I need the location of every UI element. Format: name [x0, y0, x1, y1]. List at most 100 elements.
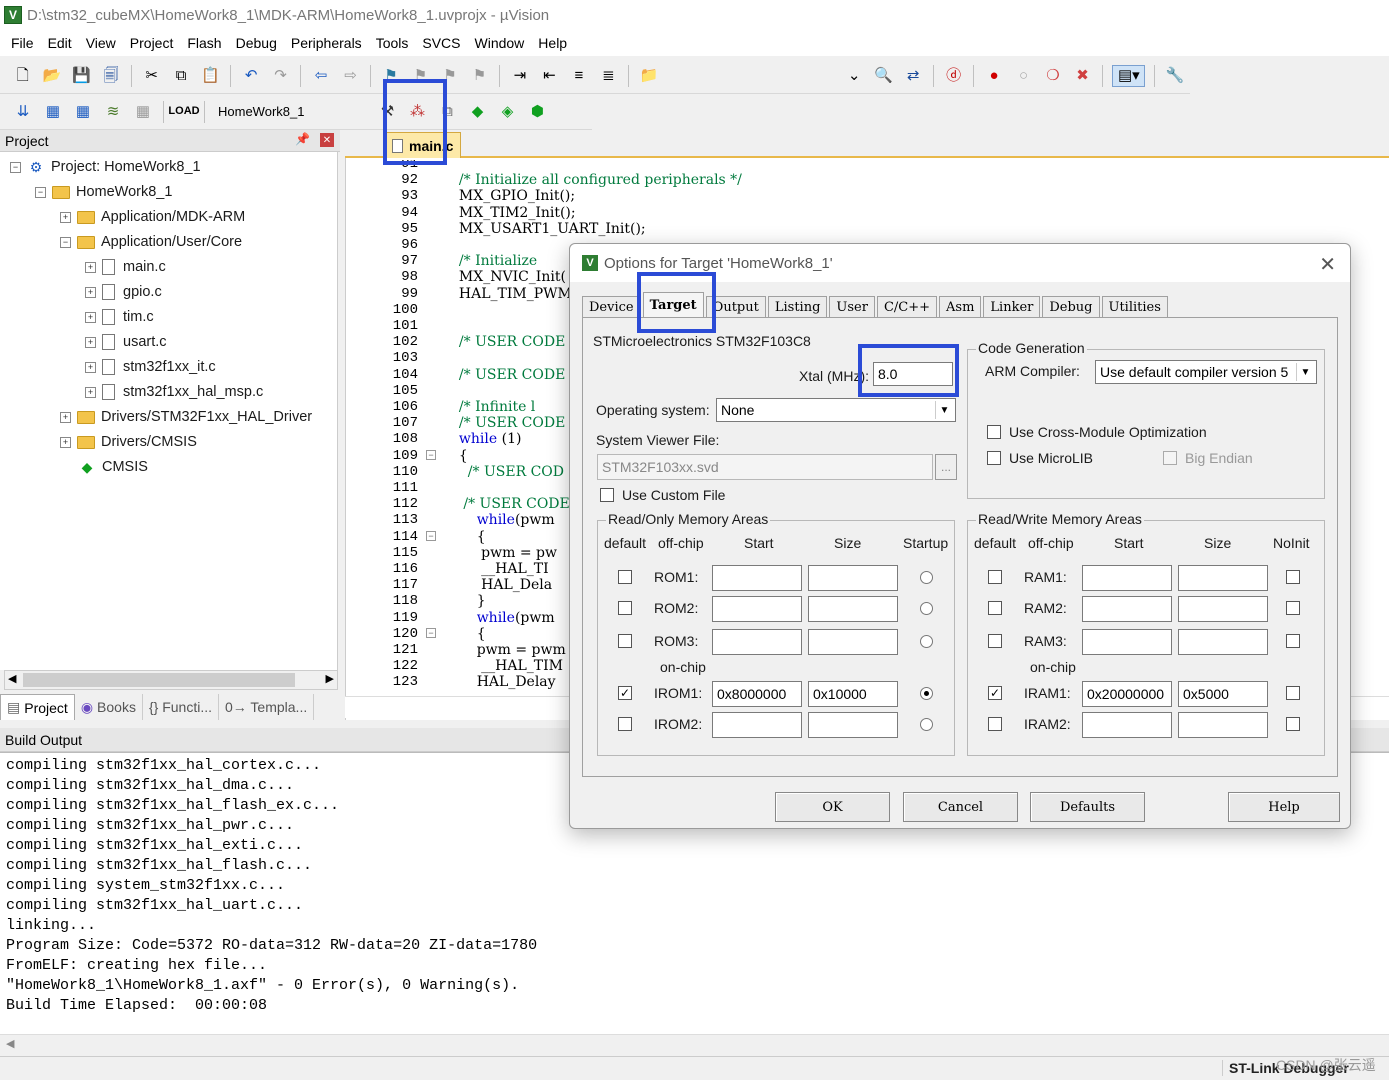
- big-endian-checkbox[interactable]: [1163, 451, 1177, 465]
- expand-icon[interactable]: +: [60, 436, 71, 448]
- bookmark-next-icon[interactable]: ⚑: [439, 65, 460, 87]
- dialog-tab-user[interactable]: User: [829, 296, 875, 318]
- debug-session-icon[interactable]: ⓓ: [943, 65, 964, 87]
- dialog-tab-linker[interactable]: Linker: [983, 296, 1041, 318]
- bookmark-prev-icon[interactable]: ⚑: [410, 65, 431, 87]
- expand-icon[interactable]: +: [60, 211, 71, 223]
- start-address-input[interactable]: [712, 629, 802, 655]
- default-checkbox[interactable]: [618, 601, 632, 615]
- menu-tools[interactable]: Tools: [369, 35, 416, 51]
- size-input[interactable]: [808, 596, 898, 622]
- start-address-input[interactable]: 0x8000000: [712, 681, 802, 707]
- default-checkbox[interactable]: ✓: [988, 686, 1002, 700]
- use-custom-file-checkbox[interactable]: [600, 488, 614, 502]
- size-input[interactable]: [1178, 565, 1268, 591]
- comment-icon[interactable]: ≡: [568, 65, 589, 87]
- ok-button[interactable]: OK: [775, 792, 890, 822]
- startup-radio[interactable]: [920, 635, 933, 648]
- manage-rte-icon[interactable]: ◆: [466, 101, 488, 123]
- close-icon[interactable]: ✕: [320, 133, 334, 147]
- start-address-input[interactable]: [712, 596, 802, 622]
- unindent-icon[interactable]: ⇤: [539, 65, 560, 87]
- collapse-icon[interactable]: −: [60, 236, 71, 248]
- dialog-tab-c-c-[interactable]: C/C++: [876, 296, 938, 318]
- menu-flash[interactable]: Flash: [180, 35, 228, 51]
- default-checkbox[interactable]: [618, 634, 632, 648]
- menu-peripherals[interactable]: Peripherals: [284, 35, 369, 51]
- collapse-icon[interactable]: −: [10, 161, 21, 173]
- tree-node-group[interactable]: + Drivers/STM32F1xx_HAL_Driver: [60, 406, 312, 428]
- menu-debug[interactable]: Debug: [229, 35, 284, 51]
- tree-node-file[interactable]: + stm32f1xx_it.c: [85, 356, 216, 378]
- tree-node-component[interactable]: ◆ CMSIS: [78, 456, 148, 478]
- default-checkbox[interactable]: [988, 570, 1002, 584]
- scroll-left-icon[interactable]: ◀: [6, 1037, 14, 1050]
- breakpoint-icon[interactable]: ●: [983, 65, 1004, 87]
- cancel-button[interactable]: Cancel: [903, 792, 1018, 822]
- start-address-input[interactable]: [1082, 565, 1172, 591]
- save-all-icon[interactable]: 🗐: [100, 65, 121, 87]
- expand-icon[interactable]: +: [85, 286, 96, 298]
- scroll-thumb[interactable]: [23, 673, 295, 687]
- svf-input[interactable]: STM32F103xx.svd: [597, 454, 933, 480]
- build-icon[interactable]: ▦: [42, 101, 64, 123]
- start-address-input[interactable]: [712, 712, 802, 738]
- translate-icon[interactable]: ⇊: [12, 101, 34, 123]
- expand-icon[interactable]: +: [85, 336, 96, 348]
- tree-node-file[interactable]: + main.c: [85, 256, 166, 278]
- size-input[interactable]: 0x10000: [808, 681, 898, 707]
- size-input[interactable]: [1178, 712, 1268, 738]
- cross-module-checkbox[interactable]: [987, 425, 1001, 439]
- tree-node-target[interactable]: − HomeWork8_1: [35, 181, 172, 203]
- size-input[interactable]: [808, 629, 898, 655]
- default-checkbox[interactable]: [988, 717, 1002, 731]
- tab-templates[interactable]: 0→ Templa...: [219, 694, 315, 720]
- bookmark-icon[interactable]: ⚑: [380, 65, 401, 87]
- size-input[interactable]: [808, 565, 898, 591]
- tree-node-file[interactable]: + stm32f1xx_hal_msp.c: [85, 381, 263, 403]
- uncomment-icon[interactable]: ≣: [598, 65, 619, 87]
- redo-icon[interactable]: ↷: [270, 65, 291, 87]
- microlib-checkbox[interactable]: [987, 451, 1001, 465]
- noinit-checkbox[interactable]: [1286, 717, 1300, 731]
- dialog-tab-utilities[interactable]: Utilities: [1101, 296, 1168, 318]
- expand-icon[interactable]: +: [85, 361, 96, 373]
- batch-build-icon[interactable]: ≋: [102, 101, 124, 123]
- dialog-tab-asm[interactable]: Asm: [939, 296, 982, 318]
- tab-project[interactable]: ▤ Project: [0, 694, 75, 720]
- pack-installer-icon[interactable]: ◈: [496, 101, 518, 123]
- rebuild-icon[interactable]: ▦: [72, 101, 94, 123]
- dialog-tab-debug[interactable]: Debug: [1042, 296, 1100, 318]
- tree-node-file[interactable]: + gpio.c: [85, 281, 162, 303]
- start-address-input[interactable]: [1082, 712, 1172, 738]
- configure-icon[interactable]: 🔧: [1164, 65, 1185, 87]
- find-in-files-icon[interactable]: 📁: [638, 65, 659, 87]
- browse-button[interactable]: ...: [935, 454, 957, 480]
- help-button[interactable]: Help: [1228, 792, 1340, 822]
- manage-project-items-icon[interactable]: ⁂: [406, 101, 428, 123]
- menu-project[interactable]: Project: [123, 35, 181, 51]
- tree-node-file[interactable]: + tim.c: [85, 306, 154, 328]
- select-packs-icon[interactable]: ⧉: [436, 101, 458, 123]
- default-checkbox[interactable]: [618, 717, 632, 731]
- noinit-checkbox[interactable]: [1286, 570, 1300, 584]
- tab-main-c[interactable]: main.c: [383, 132, 461, 158]
- default-checkbox[interactable]: [988, 634, 1002, 648]
- nav-forward-icon[interactable]: ⇨: [340, 65, 361, 87]
- breakpoint-kill-all-icon[interactable]: ✖: [1072, 65, 1093, 87]
- fold-toggle-icon[interactable]: −: [426, 627, 436, 638]
- noinit-checkbox[interactable]: [1286, 634, 1300, 648]
- bookmark-clear-icon[interactable]: ⚑: [469, 65, 490, 87]
- dialog-tab-listing[interactable]: Listing: [767, 296, 828, 318]
- size-input[interactable]: [1178, 596, 1268, 622]
- tree-node-project[interactable]: − ⚙ Project: HomeWork8_1: [10, 156, 201, 178]
- pin-icon[interactable]: 📌: [295, 132, 310, 146]
- find-icon[interactable]: 🔍: [873, 65, 894, 87]
- start-address-input[interactable]: [1082, 596, 1172, 622]
- xtal-input[interactable]: 8.0: [873, 362, 953, 386]
- noinit-checkbox[interactable]: [1286, 686, 1300, 700]
- open-folder-icon[interactable]: 📂: [41, 65, 62, 87]
- size-input[interactable]: 0x5000: [1178, 681, 1268, 707]
- window-layout-icon[interactable]: ▤▾: [1112, 64, 1146, 87]
- indent-icon[interactable]: ⇥: [509, 65, 530, 87]
